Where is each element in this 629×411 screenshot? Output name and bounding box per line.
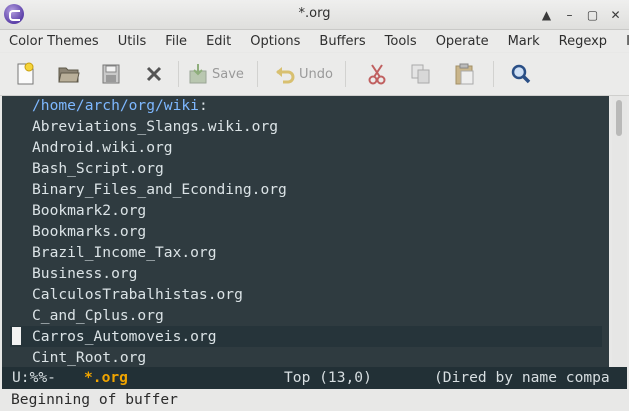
file-entry[interactable]: Abreviations_Slangs.wiki.org bbox=[32, 116, 278, 137]
search-button[interactable] bbox=[510, 61, 532, 87]
open-folder-button[interactable] bbox=[57, 61, 81, 87]
file-entry[interactable]: Cint_Root.org bbox=[32, 347, 146, 367]
undo-label: Undo bbox=[299, 66, 333, 82]
minimize-icon[interactable]: – bbox=[562, 7, 577, 22]
buffer-status: U:%%- bbox=[12, 369, 56, 386]
toolbar-separator bbox=[178, 61, 179, 87]
move-up-icon[interactable]: ▲ bbox=[539, 7, 554, 22]
file-entry[interactable]: Bash_Script.org bbox=[32, 158, 164, 179]
open-folder-icon bbox=[58, 67, 80, 83]
major-mode[interactable]: (Dired by name compa bbox=[434, 367, 610, 389]
file-entry[interactable]: Bookmarks.org bbox=[32, 221, 146, 242]
copy-button[interactable] bbox=[410, 61, 432, 87]
menu-tools[interactable]: Tools bbox=[376, 34, 427, 49]
menu-options[interactable]: Options bbox=[241, 34, 310, 49]
echo-area[interactable]: Beginning of buffer bbox=[0, 389, 629, 411]
directory-header: /home/arch/org/wiki: bbox=[32, 97, 208, 114]
mode-line: U:%%- *.org Top (13,0) (Dired by name co… bbox=[2, 367, 627, 389]
menu-mark[interactable]: Mark bbox=[499, 34, 550, 49]
save-button[interactable]: Save bbox=[188, 61, 244, 87]
menu-color-themes[interactable]: Color Themes bbox=[0, 34, 109, 49]
scrollbar-thumb[interactable] bbox=[616, 100, 622, 136]
toolbar-separator bbox=[257, 61, 258, 87]
new-file-icon bbox=[17, 62, 34, 85]
menu-imm[interactable]: Imm bbox=[617, 34, 629, 49]
file-entry[interactable]: CalculosTrabalhistas.org bbox=[32, 284, 243, 305]
text-cursor bbox=[12, 327, 21, 345]
save-file-button[interactable] bbox=[101, 61, 121, 87]
save-disk-icon bbox=[102, 64, 120, 84]
maximize-icon[interactable]: ▢ bbox=[585, 7, 600, 22]
echo-message: Beginning of buffer bbox=[11, 391, 178, 408]
directory-path[interactable]: /home/arch/org/wiki bbox=[32, 97, 199, 114]
new-file-button[interactable] bbox=[14, 61, 36, 87]
search-icon bbox=[511, 64, 531, 84]
cursor-position: Top (13,0) bbox=[284, 369, 372, 386]
undo-icon bbox=[276, 67, 295, 84]
vertical-scrollbar[interactable] bbox=[612, 96, 627, 367]
menu-utils[interactable]: Utils bbox=[109, 34, 157, 49]
file-entry[interactable]: Android.wiki.org bbox=[32, 137, 173, 158]
close-window-icon[interactable]: ✕ bbox=[608, 7, 623, 22]
close-icon bbox=[146, 66, 162, 82]
file-entry[interactable]: Business.org bbox=[32, 263, 137, 284]
menu-bar: Color Themes Utils File Edit Options Buf… bbox=[0, 30, 629, 52]
dired-buffer[interactable]: /home/arch/org/wiki: Abreviations_Slangs… bbox=[2, 96, 609, 367]
cut-button[interactable] bbox=[367, 61, 387, 87]
paste-icon bbox=[455, 63, 474, 85]
undo-button[interactable]: Undo bbox=[274, 61, 333, 87]
window-title: *.org bbox=[298, 6, 331, 21]
menu-file[interactable]: File bbox=[156, 34, 197, 49]
buffer-name[interactable]: *.org bbox=[84, 367, 128, 389]
file-entry[interactable]: Brazil_Income_Tax.org bbox=[32, 242, 217, 263]
menu-operate[interactable]: Operate bbox=[427, 34, 499, 49]
menu-edit[interactable]: Edit bbox=[197, 34, 241, 49]
toolbar-separator bbox=[493, 61, 494, 87]
file-entry[interactable]: Carros_Automoveis.org bbox=[32, 326, 217, 347]
menu-buffers[interactable]: Buffers bbox=[310, 34, 375, 49]
window-controls: ▲ – ▢ ✕ bbox=[539, 7, 623, 22]
toolbar-separator bbox=[345, 61, 346, 87]
save-label: Save bbox=[212, 66, 244, 82]
file-entry[interactable]: Bookmark2.org bbox=[32, 200, 146, 221]
tool-bar: Save Undo bbox=[0, 53, 629, 96]
copy-icon bbox=[411, 64, 430, 84]
save-icon bbox=[189, 64, 207, 84]
menu-regexp[interactable]: Regexp bbox=[550, 34, 617, 49]
file-entry[interactable]: Binary_Files_and_Econding.org bbox=[32, 179, 287, 200]
cut-icon bbox=[368, 64, 386, 85]
paste-button[interactable] bbox=[454, 61, 476, 87]
title-bar: *.org ▲ – ▢ ✕ bbox=[0, 0, 629, 30]
close-buffer-button[interactable] bbox=[145, 61, 163, 87]
file-entry[interactable]: C_and_Cplus.org bbox=[32, 305, 164, 326]
